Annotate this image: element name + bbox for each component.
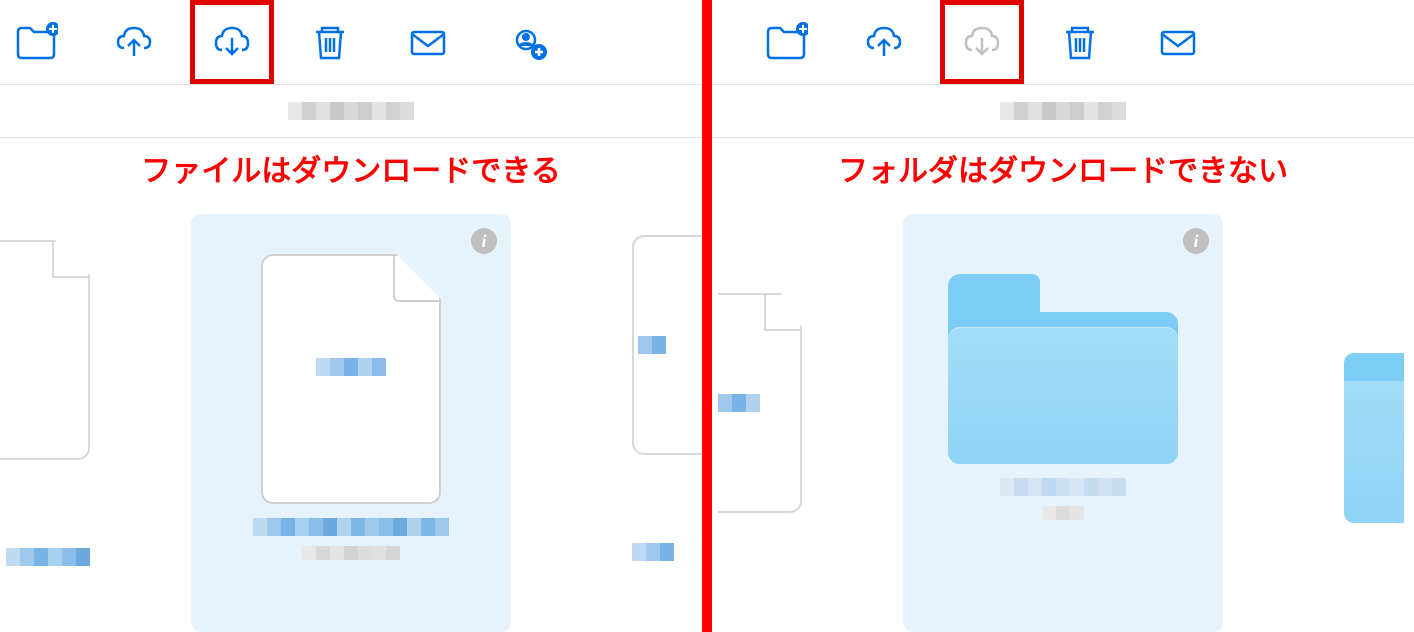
annotation-text: フォルダはダウンロードできない xyxy=(712,138,1414,214)
annotation-text: ファイルはダウンロードできる xyxy=(0,138,702,214)
delete-button[interactable] xyxy=(306,18,354,66)
folder-icon xyxy=(948,274,1178,464)
toolbar xyxy=(712,0,1414,84)
breadcrumb-bar xyxy=(712,84,1414,138)
partial-item-left[interactable] xyxy=(712,214,802,632)
delete-button[interactable] xyxy=(1056,18,1104,66)
info-icon[interactable]: i xyxy=(1183,228,1209,254)
folder-grid: i xyxy=(712,214,1414,632)
vertical-divider xyxy=(702,0,712,632)
right-panel: フォルダはダウンロードできない i xyxy=(712,0,1414,632)
share-button[interactable] xyxy=(502,18,550,66)
left-panel: ファイルはダウンロードできる xyxy=(0,0,702,632)
download-button[interactable] xyxy=(208,18,256,66)
upload-button[interactable] xyxy=(110,18,158,66)
upload-button[interactable] xyxy=(860,18,908,66)
file-grid: i xyxy=(0,214,702,632)
partial-item-left[interactable] xyxy=(0,214,90,632)
file-icon xyxy=(261,254,441,504)
folder-item-selected[interactable]: i xyxy=(903,214,1223,632)
breadcrumb-text-blurred xyxy=(288,102,414,120)
file-item-selected[interactable]: i xyxy=(191,214,511,632)
download-button-disabled xyxy=(958,18,1006,66)
folder-label-blurred xyxy=(1000,478,1126,520)
breadcrumb-text-blurred xyxy=(1000,102,1126,120)
info-icon[interactable]: i xyxy=(471,228,497,254)
mail-button[interactable] xyxy=(1154,18,1202,66)
partial-item-right[interactable] xyxy=(1344,214,1414,632)
new-folder-button[interactable] xyxy=(762,18,810,66)
file-label-blurred xyxy=(253,518,449,560)
breadcrumb-bar xyxy=(0,84,702,138)
mail-button[interactable] xyxy=(404,18,452,66)
toolbar xyxy=(0,0,702,84)
new-folder-button[interactable] xyxy=(12,18,60,66)
partial-item-right[interactable] xyxy=(632,214,702,632)
